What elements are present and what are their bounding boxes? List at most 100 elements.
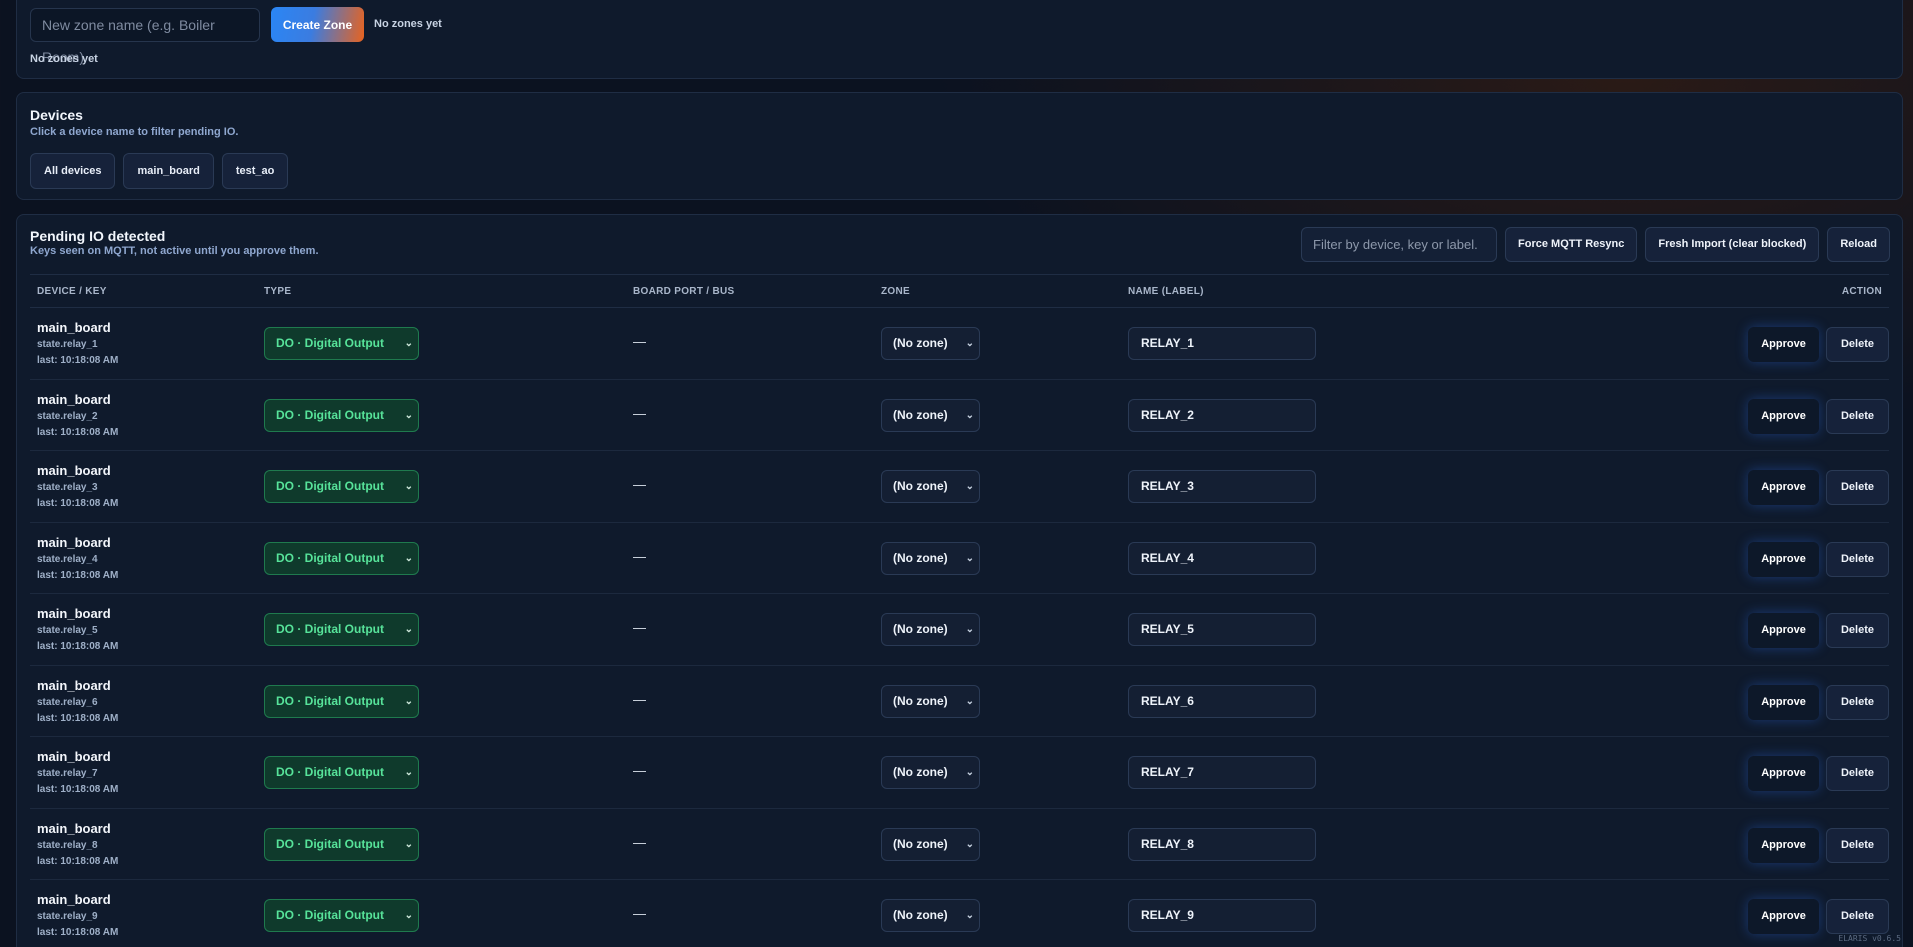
type-select[interactable]: DO · Digital Output ⌄	[264, 827, 419, 861]
delete-button[interactable]: Delete	[1826, 684, 1889, 720]
type-select-value: DO · Digital Output	[276, 479, 384, 493]
board-port: —	[633, 691, 646, 707]
type-select[interactable]: DO · Digital Output ⌄	[264, 613, 419, 646]
table-row: main_board state.relay_2 last: 10:18:08 …	[30, 380, 1889, 451]
device-name[interactable]: main_board	[37, 320, 111, 335]
label-input[interactable]: RELAY_5	[1128, 613, 1316, 646]
pending-title: Pending IO detected	[30, 228, 166, 244]
device-pill-main-board[interactable]: main_board	[123, 153, 214, 189]
approve-button[interactable]: Approve	[1748, 756, 1819, 791]
type-select[interactable]: DO · Digital Output ⌄	[264, 684, 419, 718]
zone-select[interactable]: (No zone) ⌄	[881, 899, 980, 932]
delete-button[interactable]: Delete	[1826, 613, 1889, 648]
label-input[interactable]: RELAY_1	[1128, 327, 1316, 360]
device-name[interactable]: main_board	[37, 535, 111, 550]
approve-button[interactable]: Approve	[1748, 827, 1819, 863]
delete-button[interactable]: Delete	[1826, 470, 1889, 505]
board-port: —	[633, 334, 646, 349]
zone-select[interactable]: (No zone) ⌄	[881, 327, 980, 360]
type-select-value: DO · Digital Output	[276, 836, 384, 851]
delete-button[interactable]: Delete	[1826, 827, 1889, 863]
pending-io-card: Pending IO detected Keys seen on MQTT, n…	[16, 214, 1903, 947]
last-seen: last: 10:18:08 AM	[37, 426, 119, 438]
chevron-down-icon: ⌄	[404, 338, 413, 349]
col-name: NAME (LABEL)	[1128, 286, 1204, 297]
chevron-down-icon: ⌄	[404, 409, 413, 421]
approve-button[interactable]: Approve	[1748, 327, 1819, 362]
label-input[interactable]: RELAY_4	[1128, 541, 1316, 575]
delete-button[interactable]: Delete	[1826, 327, 1889, 362]
device-name[interactable]: main_board	[37, 392, 111, 407]
chevron-down-icon: ⌄	[965, 767, 974, 778]
fresh-import-button[interactable]: Fresh Import (clear blocked)	[1645, 227, 1820, 262]
type-select[interactable]: DO · Digital Output ⌄	[264, 756, 419, 789]
type-select[interactable]: DO · Digital Output ⌄	[264, 327, 419, 360]
device-key: state.relay_2	[37, 410, 98, 422]
zone-select-value: (No zone)	[893, 407, 948, 422]
label-input[interactable]: RELAY_3	[1128, 470, 1316, 503]
zone-select[interactable]: (No zone) ⌄	[881, 684, 980, 718]
approve-button[interactable]: Approve	[1748, 398, 1819, 434]
create-zone-button[interactable]: Create Zone	[271, 7, 364, 42]
chevron-down-icon: ⌄	[965, 338, 974, 349]
device-name[interactable]: main_board	[37, 892, 111, 907]
device-key: state.relay_1	[37, 339, 98, 350]
device-pill-all[interactable]: All devices	[30, 153, 116, 189]
zone-select-value: (No zone)	[893, 622, 948, 636]
zone-select[interactable]: (No zone) ⌄	[881, 613, 980, 646]
label-input[interactable]: RELAY_6	[1128, 684, 1316, 718]
approve-button[interactable]: Approve	[1748, 541, 1819, 577]
device-name[interactable]: main_board	[37, 821, 111, 836]
reload-button[interactable]: Reload	[1827, 227, 1890, 262]
approve-button[interactable]: Approve	[1748, 470, 1819, 505]
chevron-down-icon: ⌄	[965, 409, 974, 421]
last-seen: last: 10:18:08 AM	[37, 355, 119, 366]
pending-subtitle: Keys seen on MQTT, not active until you …	[30, 245, 319, 257]
board-port: —	[633, 620, 646, 635]
type-select[interactable]: DO · Digital Output ⌄	[264, 899, 419, 932]
filter-input[interactable]: Filter by device, key or label.	[1301, 227, 1498, 262]
type-select[interactable]: DO · Digital Output ⌄	[264, 541, 419, 575]
label-input[interactable]: RELAY_2	[1128, 398, 1316, 432]
table-row: main_board state.relay_8 last: 10:18:08 …	[30, 809, 1889, 880]
device-name[interactable]: main_board	[37, 678, 111, 693]
zone-select[interactable]: (No zone) ⌄	[881, 470, 980, 503]
approve-button[interactable]: Approve	[1748, 899, 1819, 934]
device-name[interactable]: main_board	[37, 749, 111, 764]
delete-button[interactable]: Delete	[1826, 899, 1889, 934]
type-select[interactable]: DO · Digital Output ⌄	[264, 470, 419, 503]
force-mqtt-resync-button[interactable]: Force MQTT Resync	[1505, 227, 1638, 262]
pending-rows: main_board state.relay_1 last: 10:18:08 …	[30, 308, 1889, 947]
device-key: state.relay_9	[37, 911, 98, 922]
device-name[interactable]: main_board	[37, 606, 111, 621]
delete-button[interactable]: Delete	[1826, 541, 1889, 577]
type-select[interactable]: DO · Digital Output ⌄	[264, 398, 419, 432]
approve-button[interactable]: Approve	[1748, 613, 1819, 648]
label-input[interactable]: RELAY_8	[1128, 827, 1316, 861]
device-key: state.relay_8	[37, 839, 98, 851]
chevron-down-icon: ⌄	[404, 910, 413, 921]
zone-select[interactable]: (No zone) ⌄	[881, 827, 980, 861]
last-seen: last: 10:18:08 AM	[37, 641, 119, 652]
zone-select[interactable]: (No zone) ⌄	[881, 398, 980, 432]
table-row: main_board state.relay_7 last: 10:18:08 …	[30, 737, 1889, 809]
table-header: DEVICE / KEY TYPE BOARD PORT / BUS ZONE …	[30, 274, 1889, 308]
zone-select-value: (No zone)	[893, 836, 948, 851]
table-row: main_board state.relay_1 last: 10:18:08 …	[30, 308, 1889, 380]
delete-button[interactable]: Delete	[1826, 756, 1889, 791]
device-pill-test-ao[interactable]: test_ao	[221, 153, 289, 189]
delete-button[interactable]: Delete	[1826, 398, 1889, 434]
label-input[interactable]: RELAY_9	[1128, 899, 1316, 932]
zone-select[interactable]: (No zone) ⌄	[881, 541, 980, 575]
new-zone-input[interactable]: New zone name (e.g. Boiler Room)	[30, 8, 260, 65]
last-seen: last: 10:18:08 AM	[37, 569, 119, 581]
device-name[interactable]: main_board	[37, 463, 111, 478]
type-select-value: DO · Digital Output	[276, 622, 384, 636]
label-input[interactable]: RELAY_7	[1128, 756, 1316, 789]
approve-button[interactable]: Approve	[1748, 684, 1819, 720]
device-key: state.relay_3	[37, 482, 98, 493]
chevron-down-icon: ⌄	[404, 481, 413, 492]
zone-select-value: (No zone)	[893, 550, 948, 565]
col-port: BOARD PORT / BUS	[633, 286, 735, 297]
zone-select[interactable]: (No zone) ⌄	[881, 756, 980, 789]
